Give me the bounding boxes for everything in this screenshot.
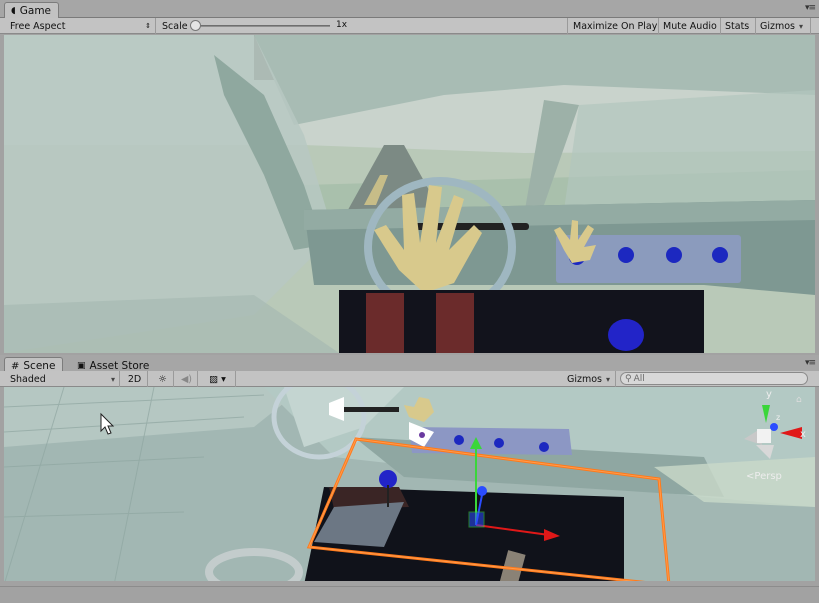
maximize-on-play-button[interactable]: Maximize On Play (569, 18, 659, 34)
search-input[interactable]: ⚲ All (620, 372, 808, 385)
scale-value: 1x (336, 20, 348, 30)
scene-render (4, 387, 815, 581)
status-bar (0, 586, 819, 603)
search-icon: ⚲ (625, 373, 632, 384)
tab-game[interactable]: ◖ Game (4, 2, 60, 18)
aspect-value: Free Aspect (10, 20, 66, 32)
lock-icon[interactable]: ⌂ (796, 395, 802, 405)
gizmo-axis-y: y (766, 389, 772, 400)
persp-text: Persp (754, 471, 782, 482)
scene-toolbar: Shaded 2D ☼ ◀) ▨ ▾ Gizmos ⚲ All (0, 371, 819, 387)
lighting-toggle-button[interactable]: ☼ (152, 371, 174, 387)
shading-mode-dropdown[interactable]: Shaded (6, 371, 120, 387)
game-render (4, 35, 815, 353)
tab-game-label: Game (19, 5, 52, 17)
audio-toggle-button[interactable]: ◀) (176, 371, 198, 387)
gizmos-dropdown[interactable]: Gizmos (756, 18, 811, 34)
scale-slider-track[interactable] (196, 25, 330, 27)
game-toolbar: Free Aspect ⇕ Scale 1x Maximize On Play … (0, 18, 819, 34)
game-controller-icon: ◖ (11, 6, 16, 16)
updown-arrows-icon: ⇕ (145, 22, 151, 30)
scene-gizmos-label: Gizmos (567, 373, 603, 385)
hash-icon: # (11, 360, 20, 372)
stats-button[interactable]: Stats (721, 18, 756, 34)
perspective-label[interactable]: <Persp (746, 471, 782, 482)
shading-mode-value: Shaded (10, 373, 46, 385)
gizmos-label: Gizmos (760, 20, 796, 32)
sun-icon: ☼ (158, 373, 167, 385)
game-panel: ◖ Game ▾≡ Free Aspect ⇕ Scale 1x Maximiz… (0, 0, 819, 353)
scene-viewport[interactable]: y x z ⌂ <Persp (4, 387, 815, 581)
game-viewport[interactable] (4, 35, 815, 353)
scale-slider-thumb[interactable] (190, 20, 201, 31)
scene-panel-menu-icon[interactable]: ▾≡ (805, 358, 816, 368)
mute-audio-button[interactable]: Mute Audio (659, 18, 721, 34)
effects-dropdown[interactable]: ▨ ▾ (200, 371, 236, 387)
image-icon: ▨ ▾ (209, 373, 226, 385)
gizmo-axis-x: x (800, 429, 806, 440)
2d-toggle-button[interactable]: 2D (122, 371, 148, 387)
panel-menu-icon[interactable]: ▾≡ (805, 3, 816, 13)
store-icon: ▣ (77, 361, 86, 371)
game-tabbar: ◖ Game ▾≡ (0, 0, 819, 18)
scene-panel: # Scene ▣ Asset Store ▾≡ Shaded 2D ☼ ◀) … (0, 355, 819, 585)
aspect-dropdown[interactable]: Free Aspect ⇕ (6, 18, 156, 34)
search-placeholder: All (633, 373, 645, 384)
scale-label: Scale (162, 20, 188, 32)
gizmo-axis-z: z (776, 413, 781, 422)
speaker-icon: ◀) (180, 373, 192, 385)
scene-gizmos-dropdown[interactable]: Gizmos (563, 371, 616, 387)
